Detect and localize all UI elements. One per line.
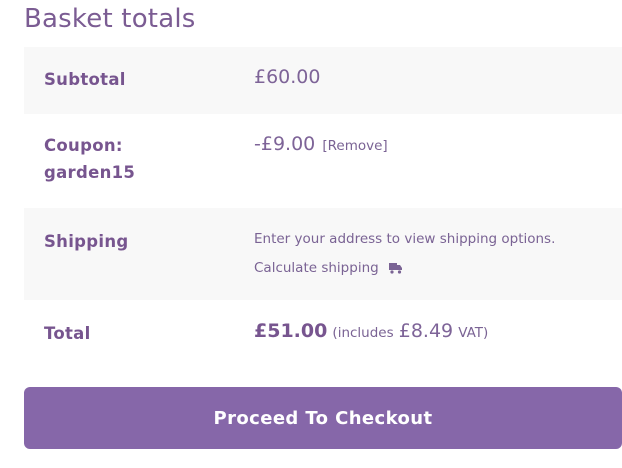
calculate-shipping-link[interactable]: Calculate shipping [254, 260, 403, 278]
calculate-shipping-label: Calculate shipping [254, 260, 379, 276]
shipping-label: Shipping [44, 232, 129, 251]
coupon-label: Coupon: garden15 [44, 132, 135, 186]
total-label: Total [44, 324, 91, 343]
total-amount: £51.00 [254, 320, 328, 342]
coupon-value: -£9.00 [Remove] [254, 133, 388, 155]
shipping-message: Enter your address to view shipping opti… [254, 231, 556, 247]
subtotal-value: £60.00 [254, 66, 321, 88]
vat-suffix: VAT) [458, 325, 489, 341]
remove-coupon-link[interactable]: [Remove] [322, 138, 387, 154]
vat-prefix: (includes [332, 325, 394, 341]
total-value: £51.00 (includes £8.49 VAT) [254, 320, 488, 342]
basket-totals-title: Basket totals [24, 4, 196, 34]
shipping-row: Shipping Enter your address to view ship… [24, 208, 622, 300]
coupon-row: Coupon: garden15 -£9.00 [Remove] [24, 114, 622, 208]
totals-table: Subtotal £60.00 Coupon: garden15 -£9.00 … [24, 47, 622, 367]
subtotal-label: Subtotal [44, 70, 126, 89]
coupon-label-line1: Coupon: [44, 136, 123, 155]
truck-icon [389, 262, 403, 278]
basket-totals-panel: Basket totals Subtotal £60.00 Coupon: ga… [0, 0, 622, 468]
subtotal-row: Subtotal £60.00 [24, 47, 622, 114]
coupon-discount: -£9.00 [254, 133, 316, 155]
coupon-code: garden15 [44, 163, 136, 182]
total-row: Total £51.00 (includes £8.49 VAT) [24, 300, 622, 367]
proceed-to-checkout-button[interactable]: Proceed To Checkout [24, 387, 622, 449]
vat-amount: £8.49 [398, 320, 454, 342]
